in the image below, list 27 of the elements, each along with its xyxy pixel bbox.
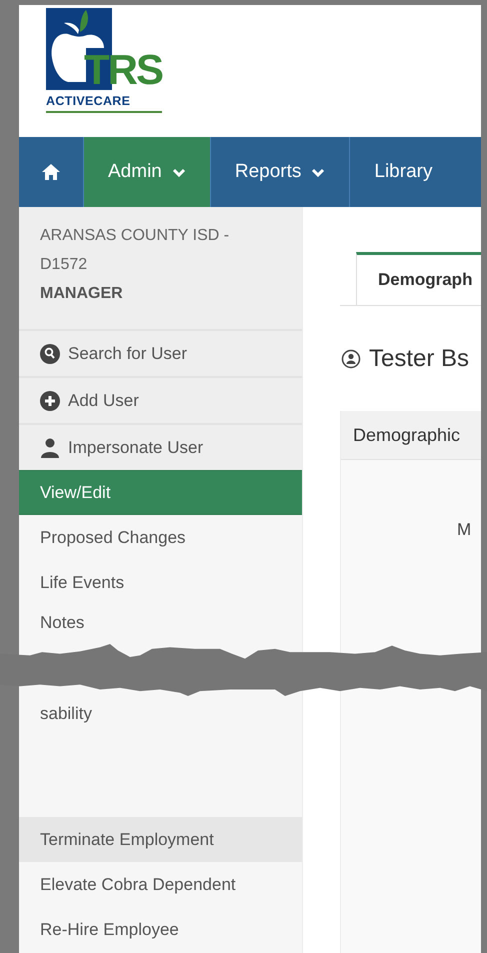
nav-menu-item[interactable]: Admin	[84, 137, 211, 207]
logo-subtitle: ACTIVECARE	[46, 94, 130, 108]
sidebar-item[interactable]: Impersonate User	[19, 423, 302, 470]
sidebar-item[interactable]: Proposed Changes	[19, 515, 302, 560]
sidebar-item[interactable]: Search for User	[19, 329, 302, 376]
sidebar-item[interactable]: Notes	[19, 605, 302, 640]
field-label: M	[457, 520, 472, 540]
sidebar-item[interactable]: View/Edit	[19, 470, 302, 515]
sidebar-item[interactable]: Add User	[19, 376, 302, 423]
sidebar-item[interactable]: Elevate Cobra Dependent	[19, 862, 302, 907]
user-role: MANAGER	[40, 285, 124, 303]
caret-icon	[172, 168, 186, 178]
sidebar-item[interactable]: sability	[19, 696, 302, 731]
tab[interactable]: Demograph	[356, 252, 481, 305]
organization-name: ARANSAS COUNTY ISD - D1572	[40, 226, 230, 275]
sidebar-item[interactable]: Terminate Employment	[19, 817, 302, 862]
user-circle-icon	[341, 349, 361, 369]
panel-title: Demographic	[353, 424, 460, 446]
caret-icon	[311, 168, 326, 178]
sidebar-item[interactable]: Re-Hire Employee	[19, 907, 302, 952]
person-icon	[40, 438, 60, 458]
add-icon	[40, 390, 60, 410]
sidebar-item[interactable]: Life Events	[19, 560, 302, 605]
nav-menu-item[interactable]: Library	[350, 137, 432, 207]
search-icon	[40, 344, 60, 364]
home-icon	[41, 163, 61, 181]
page-title: Tester Bs	[369, 345, 470, 373]
